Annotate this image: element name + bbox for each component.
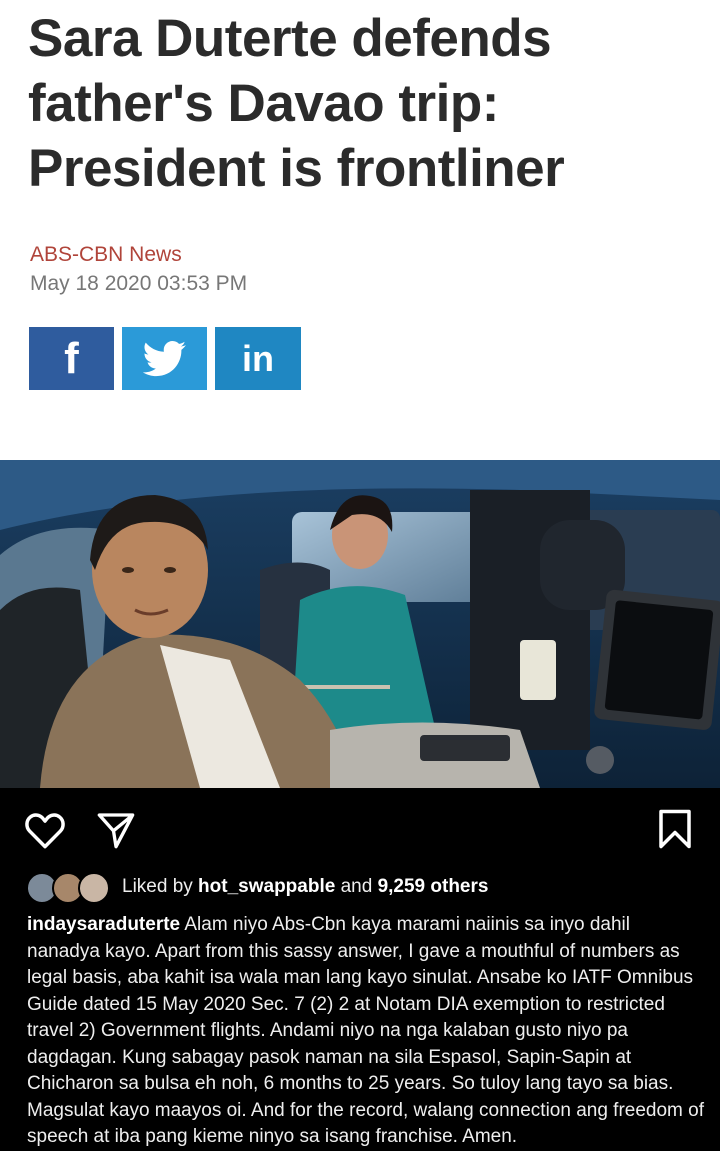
article-source[interactable]: ABS-CBN News [30, 243, 182, 267]
liked-by-username[interactable]: hot_swappable [198, 876, 335, 897]
facebook-icon: f [64, 333, 79, 383]
avatar [78, 872, 110, 904]
share-direct-icon[interactable] [96, 810, 136, 850]
twitter-icon [142, 340, 186, 376]
article-date: May 18 2020 03:53 PM [30, 272, 248, 295]
bookmark-icon[interactable] [656, 808, 694, 850]
linkedin-icon: in [242, 337, 274, 379]
facebook-share-button[interactable]: f [29, 327, 114, 390]
likes-prefix: Liked by [122, 876, 199, 897]
likes-count[interactable]: 9,259 others [378, 876, 489, 897]
article-panel: Sara Duterte defends father's Davao trip… [0, 0, 720, 460]
liked-by-avatars[interactable] [26, 872, 112, 904]
post-caption: indaysaraduterte Alam niyo Abs-Cbn kaya … [27, 912, 707, 1151]
caption-username[interactable]: indaysaraduterte [27, 914, 180, 935]
heart-icon[interactable] [24, 810, 66, 850]
article-headline: Sara Duterte defends father's Davao trip… [28, 9, 565, 198]
twitter-share-button[interactable] [122, 327, 207, 390]
likes-middle: and [335, 876, 378, 897]
likes-summary[interactable]: Liked by hot_swappable and 9,259 others [122, 876, 488, 898]
caption-text: Alam niyo Abs-Cbn kaya marami naiinis sa… [27, 914, 705, 1147]
article-photo [0, 460, 720, 788]
linkedin-share-button[interactable]: in [215, 327, 301, 390]
instagram-post-panel: Liked by hot_swappable and 9,259 others … [0, 788, 720, 1150]
